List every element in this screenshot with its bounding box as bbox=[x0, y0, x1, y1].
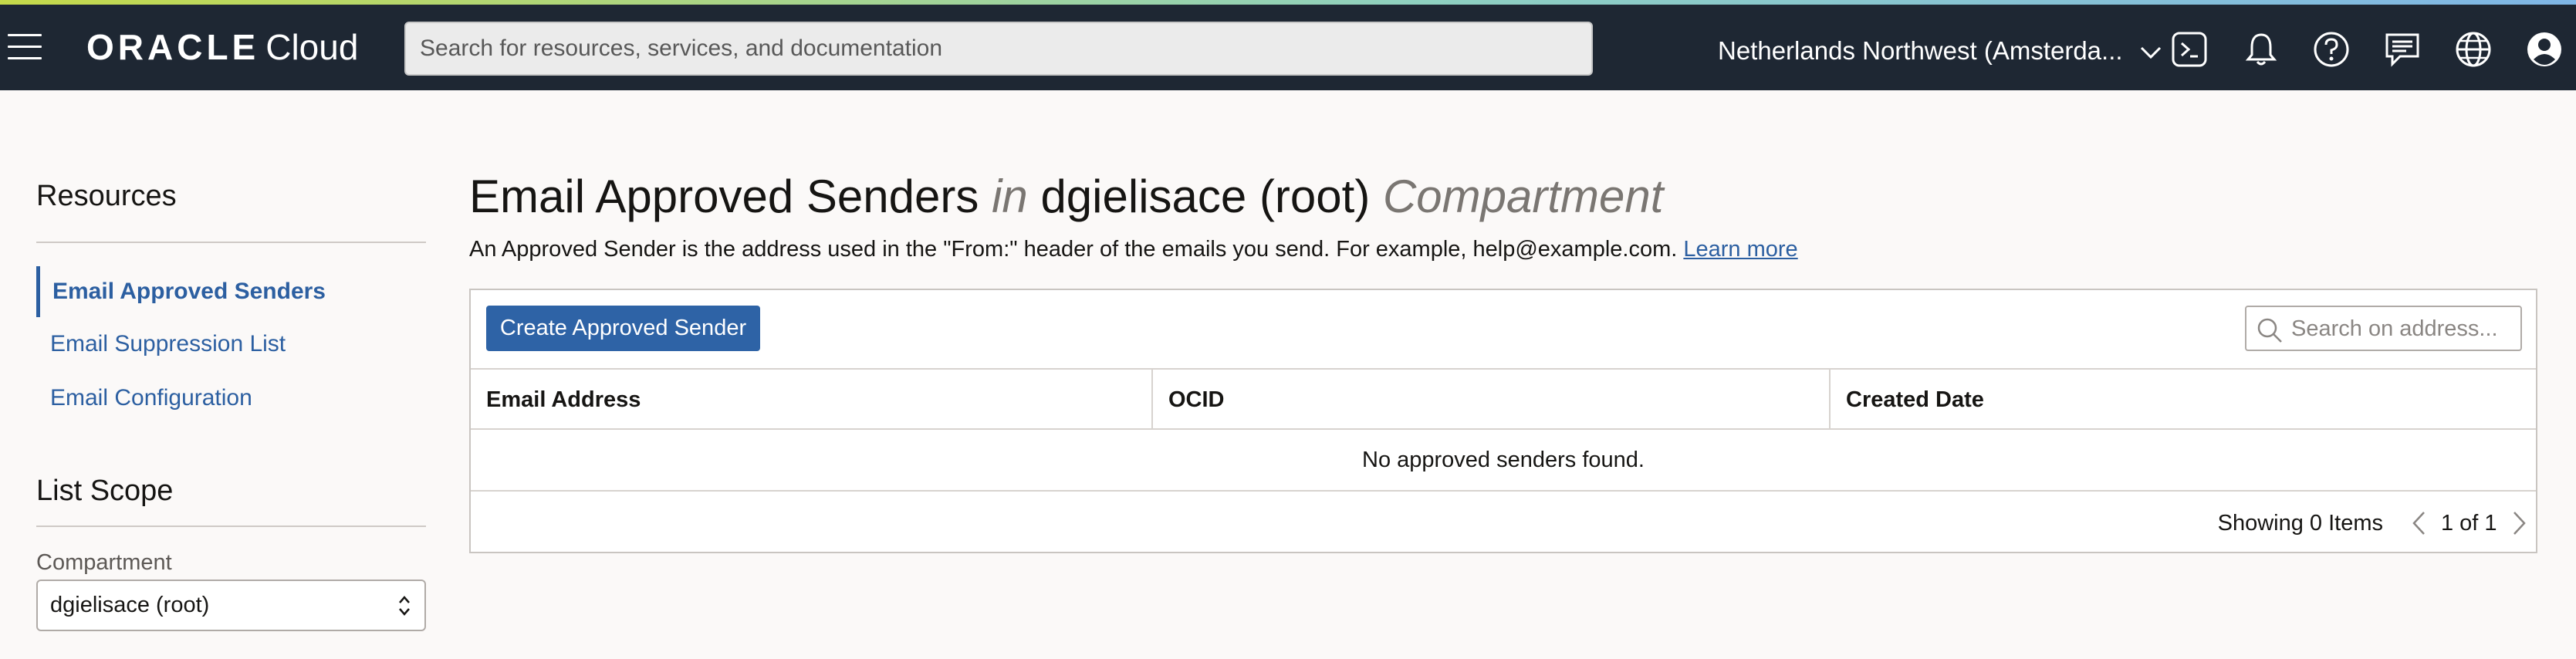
create-approved-sender-button[interactable]: Create Approved Sender bbox=[486, 306, 760, 351]
region-selector[interactable]: Netherlands Northwest (Amsterda... bbox=[1718, 35, 2162, 66]
item-count: Showing 0 Items bbox=[2217, 511, 2383, 536]
search-icon bbox=[2257, 318, 2282, 343]
chevron-down-icon bbox=[2140, 47, 2161, 59]
chevron-right-icon[interactable] bbox=[2510, 509, 2528, 537]
bell-icon[interactable] bbox=[2242, 30, 2280, 69]
page-indicator: 1 of 1 bbox=[2440, 511, 2497, 536]
compartment-select[interactable]: dgielisace (root) bbox=[36, 580, 426, 631]
chevron-left-icon[interactable] bbox=[2410, 509, 2429, 537]
title-in: in bbox=[992, 171, 1028, 222]
globe-icon[interactable] bbox=[2454, 30, 2493, 69]
resources-heading: Resources bbox=[36, 180, 177, 212]
column-header-created-date[interactable]: Created Date bbox=[1829, 370, 2536, 430]
help-icon[interactable] bbox=[2312, 30, 2351, 69]
page-description: An Approved Sender is the address used i… bbox=[469, 234, 1798, 265]
logo-brand-text: ORACLE bbox=[86, 27, 260, 67]
column-header-email-address[interactable]: Email Address bbox=[471, 370, 1151, 430]
table-search-input[interactable] bbox=[2291, 312, 2515, 346]
pagination: 1 of 1 bbox=[2410, 508, 2528, 539]
region-label: Netherlands Northwest (Amsterda... bbox=[1718, 36, 2123, 65]
top-navigation-bar: ORACLECloud Netherlands Northwest (Amste… bbox=[0, 5, 2576, 90]
global-search-input[interactable] bbox=[404, 22, 1593, 76]
sidebar-item-email-approved-senders[interactable]: Email Approved Senders bbox=[36, 266, 426, 317]
description-text: An Approved Sender is the address used i… bbox=[469, 237, 1678, 262]
logo-product-text: Cloud bbox=[265, 27, 359, 67]
table-header: Email Address OCID Created Date bbox=[471, 368, 2536, 430]
compartment-value: dgielisace (root) bbox=[50, 593, 210, 617]
chat-icon[interactable] bbox=[2383, 30, 2422, 69]
learn-more-link[interactable]: Learn more bbox=[1683, 237, 1797, 262]
cloud-shell-icon[interactable] bbox=[2170, 30, 2209, 69]
user-icon[interactable] bbox=[2525, 30, 2564, 69]
sidebar-item-email-configuration[interactable]: Email Configuration bbox=[36, 373, 426, 424]
list-scope-heading: List Scope bbox=[36, 475, 174, 507]
select-arrows-icon bbox=[399, 596, 410, 616]
compartment-label: Compartment bbox=[36, 550, 172, 575]
menu-icon[interactable] bbox=[8, 34, 42, 62]
divider bbox=[36, 242, 426, 243]
sidebar-item-email-suppression-list[interactable]: Email Suppression List bbox=[36, 319, 426, 370]
title-resource: Email Approved Senders bbox=[469, 171, 979, 222]
approved-senders-table-panel: Create Approved Sender Email Address OCI… bbox=[469, 289, 2537, 553]
column-header-ocid[interactable]: OCID bbox=[1151, 370, 1829, 430]
page-title: Email Approved Senders in dgielisace (ro… bbox=[469, 170, 1663, 224]
divider bbox=[36, 526, 426, 527]
title-compartment-name: dgielisace (root) bbox=[1040, 171, 1371, 222]
empty-table-message: No approved senders found. bbox=[471, 430, 2536, 492]
title-compartment-word: Compartment bbox=[1382, 171, 1664, 222]
table-search[interactable] bbox=[2245, 306, 2522, 351]
oracle-cloud-logo[interactable]: ORACLE Cloud bbox=[86, 28, 358, 66]
